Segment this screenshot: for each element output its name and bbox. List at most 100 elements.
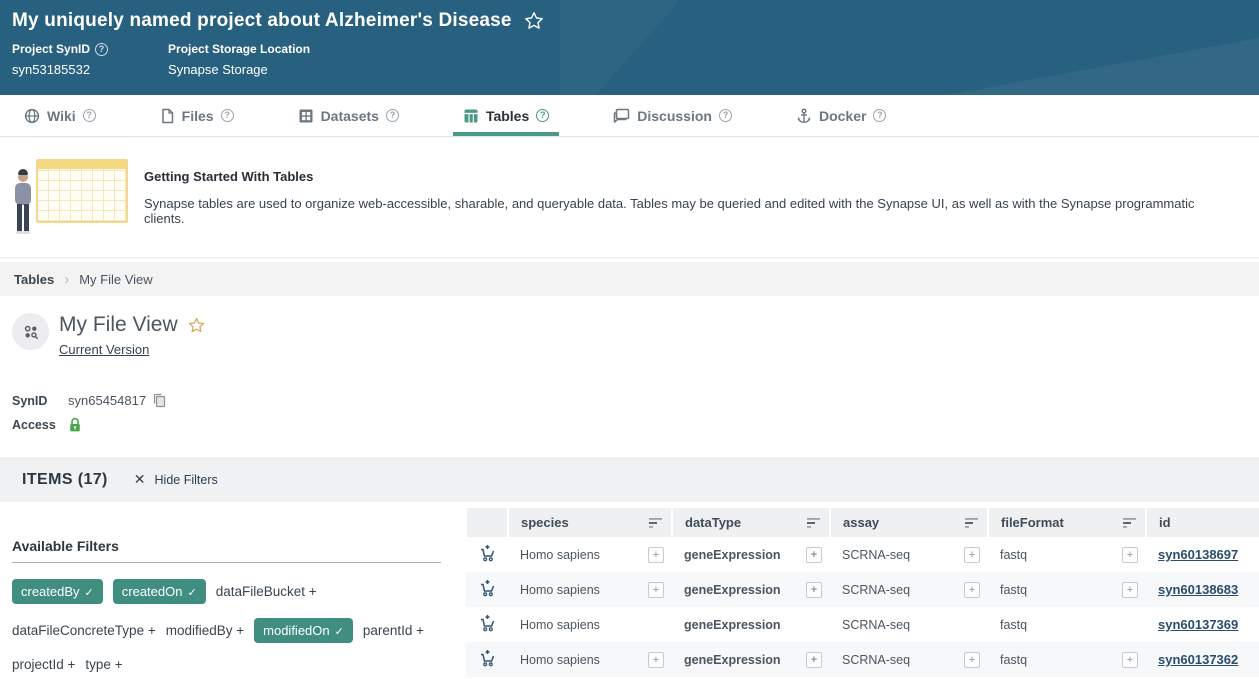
add-facet-filter-icon[interactable]: +: [648, 652, 664, 668]
storage-location-label: Project Storage Location: [168, 42, 310, 56]
tab-label: Files: [182, 108, 214, 124]
tab-wiki[interactable]: Wiki?: [14, 95, 106, 136]
help-icon[interactable]: ?: [719, 109, 732, 122]
column-label: dataType: [685, 515, 741, 530]
table-row: Homo sapiens+geneExpression+SCRNA-seq+fa…: [466, 537, 1259, 572]
add-facet-filter-icon[interactable]: +: [648, 582, 664, 598]
filter-add-type[interactable]: type +: [85, 657, 122, 672]
column-header-species[interactable]: species: [508, 508, 672, 537]
synid-link[interactable]: syn60138683: [1158, 582, 1238, 597]
favorite-star-icon[interactable]: [524, 11, 544, 31]
cart-column-header: [466, 508, 508, 537]
table-row: Homo sapiens+geneExpression+SCRNA-seq+fa…: [466, 572, 1259, 607]
cell-id: syn60138683: [1146, 572, 1259, 607]
filter-add-modifiedBy[interactable]: modifiedBy +: [166, 623, 244, 638]
add-facet-filter-icon[interactable]: +: [806, 652, 822, 668]
column-label: id: [1159, 515, 1171, 530]
cell-value: geneExpression: [684, 618, 781, 632]
filter-icon[interactable]: [806, 517, 821, 529]
tables-illustration: [10, 151, 128, 237]
chevron-right-icon: ›: [64, 272, 69, 287]
copy-icon[interactable]: [152, 393, 166, 408]
help-icon[interactable]: ?: [536, 109, 549, 122]
tab-label: Wiki: [47, 108, 76, 124]
cart-cell: [466, 572, 508, 607]
cell-assay: SCRNA-seq+: [830, 572, 988, 607]
project-title: My uniquely named project about Alzheime…: [12, 10, 512, 32]
add-facet-filter-icon[interactable]: +: [806, 547, 822, 563]
tab-files[interactable]: Files?: [150, 95, 244, 136]
add-facet-filter-icon[interactable]: +: [964, 582, 980, 598]
add-facet-filter-icon[interactable]: +: [964, 652, 980, 668]
help-icon[interactable]: ?: [221, 109, 234, 122]
add-to-cart-icon[interactable]: [478, 544, 497, 563]
add-to-cart-icon[interactable]: [478, 614, 497, 633]
cell-value: Homo sapiens: [520, 618, 600, 632]
help-icon[interactable]: ?: [873, 109, 886, 122]
breadcrumb: Tables › My File View: [0, 262, 1259, 296]
column-header-dataType[interactable]: dataType: [672, 508, 830, 537]
filter-chip-createdOn[interactable]: createdOn✓: [113, 579, 206, 604]
help-icon[interactable]: ?: [95, 43, 108, 56]
add-facet-filter-icon[interactable]: +: [648, 547, 664, 563]
breadcrumb-tables-link[interactable]: Tables: [14, 272, 54, 287]
help-icon[interactable]: ?: [386, 109, 399, 122]
check-icon: ✓: [335, 626, 344, 638]
table-icon: [463, 108, 479, 124]
column-header-fileFormat[interactable]: fileFormat: [988, 508, 1146, 537]
cell-value: SCRNA-seq: [842, 618, 910, 632]
filter-chip-modifiedOn[interactable]: modifiedOn ✓: [254, 618, 353, 643]
filter-add-dataFileConcreteType[interactable]: dataFileConcreteType +: [12, 623, 156, 638]
synapse-project-page: My uniquely named project about Alzheime…: [0, 0, 1259, 679]
tab-datasets[interactable]: Datasets?: [288, 95, 409, 136]
datasets-icon: [298, 108, 314, 124]
getting-started-panel: Getting Started With Tables Synapse tabl…: [0, 137, 1259, 258]
synid-link[interactable]: syn60138697: [1158, 547, 1238, 562]
filter-icon[interactable]: [648, 517, 663, 529]
filter-icon[interactable]: [1122, 517, 1137, 529]
column-header-id[interactable]: id: [1146, 508, 1259, 537]
add-to-cart-icon[interactable]: [478, 649, 497, 668]
entity-favorite-star-icon[interactable]: [188, 317, 205, 334]
column-label: species: [521, 515, 569, 530]
breadcrumb-current: My File View: [79, 272, 152, 287]
column-label: assay: [843, 515, 879, 530]
column-label: fileFormat: [1001, 515, 1064, 530]
filter-icon[interactable]: [964, 517, 979, 529]
add-facet-filter-icon[interactable]: +: [806, 582, 822, 598]
tab-discussion[interactable]: Discussion?: [603, 95, 742, 136]
add-facet-filter-icon[interactable]: +: [1122, 652, 1138, 668]
lock-icon[interactable]: [68, 417, 82, 433]
filter-chip-createdBy[interactable]: createdBy✓: [12, 579, 103, 604]
tab-docker[interactable]: Docker?: [786, 95, 896, 136]
getting-started-title: Getting Started With Tables: [144, 169, 1234, 184]
help-icon[interactable]: ?: [83, 109, 96, 122]
add-to-cart-icon[interactable]: [478, 579, 497, 598]
tab-label: Tables: [486, 108, 529, 124]
cell-assay: SCRNA-seq: [830, 607, 988, 642]
column-header-assay[interactable]: assay: [830, 508, 988, 537]
filter-add-projectId[interactable]: projectId +: [12, 657, 75, 672]
synid-link[interactable]: syn60137369: [1158, 617, 1238, 632]
project-synid-field: Project SynID ? syn53185532: [12, 42, 108, 77]
tab-bar: Wiki?Files?Datasets?Tables?Discussion?Do…: [0, 95, 1259, 137]
project-synid-label: Project SynID: [12, 42, 90, 56]
synid-link[interactable]: syn60137362: [1158, 652, 1238, 667]
project-header: My uniquely named project about Alzheime…: [0, 0, 1259, 95]
add-facet-filter-icon[interactable]: +: [964, 547, 980, 563]
filter-add-dataFileBucket[interactable]: dataFileBucket +: [216, 584, 317, 599]
globe-icon: [24, 108, 40, 124]
cell-fileFormat: fastq: [988, 607, 1146, 642]
hide-filters-label: Hide Filters: [155, 473, 218, 487]
add-facet-filter-icon[interactable]: +: [1122, 547, 1138, 563]
filter-chip-label: modifiedOn: [263, 623, 329, 638]
tab-label: Datasets: [321, 108, 379, 124]
add-facet-filter-icon[interactable]: +: [1122, 582, 1138, 598]
cell-dataType: geneExpression+: [672, 642, 830, 677]
filter-add-parentId[interactable]: parentId +: [363, 623, 424, 638]
current-version-link[interactable]: Current Version: [59, 342, 149, 357]
tab-tables[interactable]: Tables?: [453, 95, 559, 136]
cell-value: SCRNA-seq: [842, 548, 910, 562]
hide-filters-button[interactable]: ✕ Hide Filters: [134, 471, 218, 488]
cell-species: Homo sapiens: [508, 607, 672, 642]
